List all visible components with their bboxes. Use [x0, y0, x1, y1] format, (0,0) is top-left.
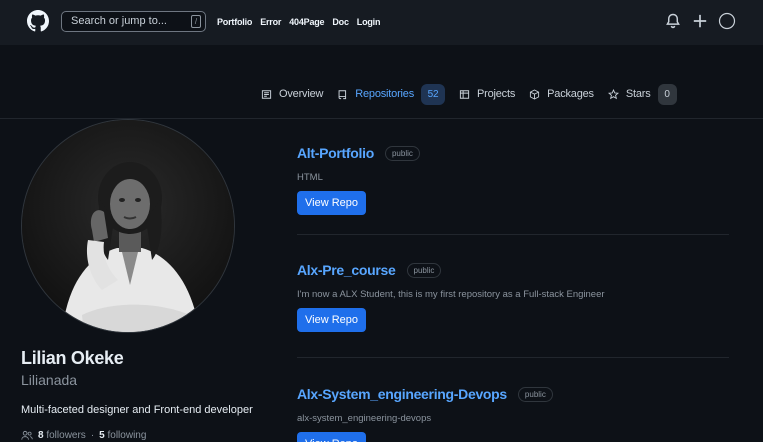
tab-stars[interactable]: Stars 0: [607, 82, 677, 106]
view-repo-button[interactable]: View Repo: [297, 308, 366, 332]
search-placeholder: Search or jump to...: [71, 15, 167, 27]
repo-card: Alx-System_engineering-Devops public alx…: [297, 386, 729, 442]
star-icon: [607, 88, 619, 99]
profile-fullname: Lilian Okeke: [21, 348, 124, 368]
tab-overview[interactable]: Overview: [261, 82, 323, 106]
book-icon: [261, 89, 272, 99]
tab-projects-label: Projects: [477, 88, 516, 100]
plus-icon[interactable]: [691, 12, 709, 30]
tab-stars-label: Stars: [625, 88, 651, 100]
profile-tabs: Overview Repositories 52 Projects Packag…: [261, 82, 691, 106]
visibility-badge: public: [406, 262, 442, 278]
nav-link-error[interactable]: Error: [260, 17, 281, 27]
nav-link-doc[interactable]: Doc: [332, 17, 349, 27]
repo-description: alx-system_engineering-devops: [297, 413, 432, 424]
table-icon: [459, 89, 470, 99]
repo-description: HTML: [297, 172, 323, 183]
repo-name-link[interactable]: Alt-Portfolio: [297, 145, 374, 161]
repositories-count-badge: 52: [421, 83, 445, 105]
tab-projects[interactable]: Projects: [459, 82, 515, 106]
slash-shortcut-key: /: [191, 15, 201, 28]
repo-name-link[interactable]: Alx-System_engineering-Devops: [297, 386, 507, 402]
visibility-badge: public: [384, 145, 420, 161]
following-link[interactable]: 5 following: [99, 430, 146, 441]
search-input[interactable]: Search or jump to... /: [61, 11, 206, 32]
repo-divider: [297, 357, 729, 358]
top-nav: Portfolio Error 404Page Doc Login: [217, 17, 380, 27]
followers-label: followers: [46, 430, 86, 441]
profile-username: Lilianada: [21, 372, 78, 388]
tab-repositories[interactable]: Repositories 52: [337, 82, 445, 106]
nav-link-404page[interactable]: 404Page: [289, 17, 324, 27]
tab-overview-label: Overview: [279, 88, 324, 100]
visibility-badge: public: [517, 386, 553, 402]
tab-repositories-label: Repositories: [355, 88, 414, 100]
followers-count: 8: [38, 430, 44, 441]
bell-icon[interactable]: [664, 12, 682, 30]
people-icon: [21, 430, 33, 440]
repo-description: I'm now a ALX Student, this is my first …: [297, 289, 605, 300]
view-repo-button[interactable]: View Repo: [297, 432, 366, 442]
profile-bio: Multi-faceted designer and Front-end dev…: [21, 404, 253, 416]
repo-name-link[interactable]: Alx-Pre_course: [297, 262, 396, 278]
repo-icon: [338, 89, 347, 99]
package-icon: [530, 89, 540, 99]
github-logo-icon[interactable]: [27, 10, 49, 32]
stars-count-badge: 0: [657, 83, 677, 105]
tab-packages-label: Packages: [547, 88, 594, 100]
tab-packages[interactable]: Packages: [529, 82, 594, 106]
view-repo-button[interactable]: View Repo: [297, 191, 366, 215]
following-label: following: [107, 430, 147, 441]
following-count: 5: [99, 430, 105, 441]
nav-link-portfolio[interactable]: Portfolio: [217, 17, 252, 27]
profile-photo: [22, 120, 234, 332]
follow-separator: ·: [90, 430, 95, 441]
top-header: Search or jump to... / Portfolio Error 4…: [0, 0, 763, 45]
repo-divider: [297, 234, 729, 235]
user-avatar-icon[interactable]: [718, 12, 736, 30]
nav-link-login[interactable]: Login: [357, 17, 381, 27]
profile-avatar: [21, 119, 235, 333]
followers-link[interactable]: 8 followers: [38, 430, 86, 441]
repo-card: Alx-Pre_course public I'm now a ALX Stud…: [297, 262, 729, 332]
follow-stats: 8 followers · 5 following: [21, 430, 146, 441]
repo-card: Alt-Portfolio public HTML View Repo: [297, 145, 729, 215]
